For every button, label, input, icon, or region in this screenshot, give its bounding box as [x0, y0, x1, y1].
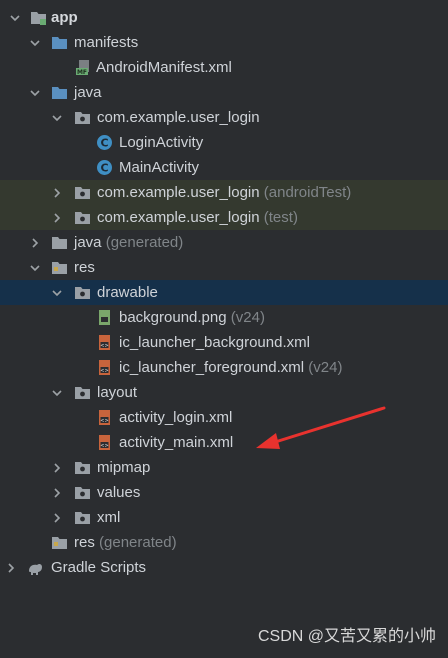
tree-label-activity-main: activity_main.xml	[119, 434, 234, 451]
watermark-text: CSDN @又苦又累的小帅	[257, 628, 436, 645]
tree-node-package-main[interactable]: com.example.user_login	[0, 105, 448, 130]
tree-label-background-png: background.png	[119, 309, 227, 326]
folder-icon	[51, 34, 68, 51]
tree-node-background-png[interactable]: background.png (v24)	[0, 305, 448, 330]
tree-node-package-test[interactable]: com.example.user_login (test)	[0, 205, 448, 230]
chevron-right-icon[interactable]	[50, 505, 64, 530]
tree-node-android-manifest[interactable]: AndroidManifest.xml	[0, 55, 448, 80]
tree-label-gradle-scripts: Gradle Scripts	[51, 559, 147, 576]
xml-file-icon	[96, 334, 113, 351]
folder-icon	[74, 384, 91, 401]
chevron-down-icon[interactable]	[50, 105, 64, 130]
tree-label-package: com.example.user_login	[97, 109, 260, 126]
xml-file-icon	[96, 409, 113, 426]
package-icon	[74, 209, 91, 226]
tree-label-suffix: (v24)	[230, 309, 265, 326]
chevron-down-icon[interactable]	[50, 380, 64, 405]
image-file-icon	[96, 309, 113, 326]
folder-icon	[74, 284, 91, 301]
chevron-right-icon[interactable]	[28, 230, 42, 255]
chevron-down-icon[interactable]	[28, 255, 42, 280]
tree-label-package: com.example.user_login	[97, 209, 260, 226]
tree-label-package: com.example.user_login	[97, 184, 260, 201]
tree-node-xml[interactable]: xml	[0, 505, 448, 530]
tree-node-package-android-test[interactable]: com.example.user_login (androidTest)	[0, 180, 448, 205]
tree-label-suffix: (generated)	[105, 234, 184, 251]
tree-label-values: values	[97, 484, 141, 501]
tree-node-java[interactable]: java	[0, 80, 448, 105]
res-folder-icon	[51, 259, 68, 276]
tree-node-ic-launcher-background[interactable]: ic_launcher_background.xml	[0, 330, 448, 355]
tree-label-drawable: drawable	[97, 284, 158, 301]
generated-folder-icon	[51, 534, 68, 551]
tree-node-drawable[interactable]: drawable	[0, 280, 448, 305]
tree-label-login-activity: LoginActivity	[119, 134, 204, 151]
tree-label-main-activity: MainActivity	[119, 159, 200, 176]
tree-node-app[interactable]: app	[0, 5, 448, 30]
package-icon	[74, 109, 91, 126]
folder-icon	[74, 459, 91, 476]
tree-label-suffix: (test)	[263, 209, 298, 226]
tree-node-main-activity[interactable]: MainActivity	[0, 155, 448, 180]
chevron-right-icon[interactable]	[50, 480, 64, 505]
tree-label-layout: layout	[97, 384, 138, 401]
tree-label-suffix: (androidTest)	[263, 184, 352, 201]
tree-label-res: res	[74, 259, 95, 276]
tree-node-values[interactable]: values	[0, 480, 448, 505]
tree-node-login-activity[interactable]: LoginActivity	[0, 130, 448, 155]
chevron-down-icon[interactable]	[28, 80, 42, 105]
folder-icon	[51, 84, 68, 101]
project-tree: app manifests AndroidManifest.xml java c…	[0, 5, 448, 580]
tree-node-mipmap[interactable]: mipmap	[0, 455, 448, 480]
tree-label-activity-login: activity_login.xml	[119, 409, 233, 426]
tree-label-manifests: manifests	[74, 34, 139, 51]
chevron-right-icon[interactable]	[50, 180, 64, 205]
tree-label-ic-launcher-background: ic_launcher_background.xml	[119, 334, 310, 351]
gradle-icon	[27, 559, 44, 576]
tree-node-res-generated[interactable]: res (generated)	[0, 530, 448, 555]
xml-file-icon	[96, 434, 113, 451]
module-folder-icon	[30, 9, 47, 26]
tree-label-res-generated: res	[74, 534, 95, 551]
tree-label-app: app	[51, 9, 78, 26]
tree-label-mipmap: mipmap	[97, 459, 151, 476]
tree-label-java-generated: java	[74, 234, 102, 251]
xml-file-icon	[96, 359, 113, 376]
folder-icon	[74, 484, 91, 501]
tree-node-ic-launcher-foreground[interactable]: ic_launcher_foreground.xml (v24)	[0, 355, 448, 380]
chevron-right-icon[interactable]	[50, 205, 64, 230]
tree-label-java: java	[74, 84, 102, 101]
annotation-arrow-icon	[256, 406, 386, 449]
tree-label-xml: xml	[97, 509, 121, 526]
tree-node-java-generated[interactable]: java (generated)	[0, 230, 448, 255]
chevron-right-icon[interactable]	[50, 455, 64, 480]
package-icon	[74, 184, 91, 201]
class-icon	[96, 134, 113, 151]
tree-label-suffix: (generated)	[99, 534, 177, 551]
tree-node-gradle-scripts[interactable]: Gradle Scripts	[0, 555, 448, 580]
tree-label-android-manifest: AndroidManifest.xml	[96, 59, 232, 76]
tree-node-res[interactable]: res	[0, 255, 448, 280]
tree-label-suffix: (v24)	[308, 359, 343, 376]
tree-node-layout[interactable]: layout	[0, 380, 448, 405]
tree-label-ic-launcher-foreground: ic_launcher_foreground.xml	[119, 359, 305, 376]
chevron-down-icon[interactable]	[8, 5, 22, 30]
chevron-right-icon[interactable]	[4, 555, 18, 580]
chevron-down-icon[interactable]	[28, 30, 42, 55]
chevron-down-icon[interactable]	[50, 280, 64, 305]
class-icon	[96, 159, 113, 176]
generated-folder-icon	[51, 234, 68, 251]
folder-icon	[74, 509, 91, 526]
manifest-file-icon	[75, 59, 92, 76]
tree-node-manifests[interactable]: manifests	[0, 30, 448, 55]
